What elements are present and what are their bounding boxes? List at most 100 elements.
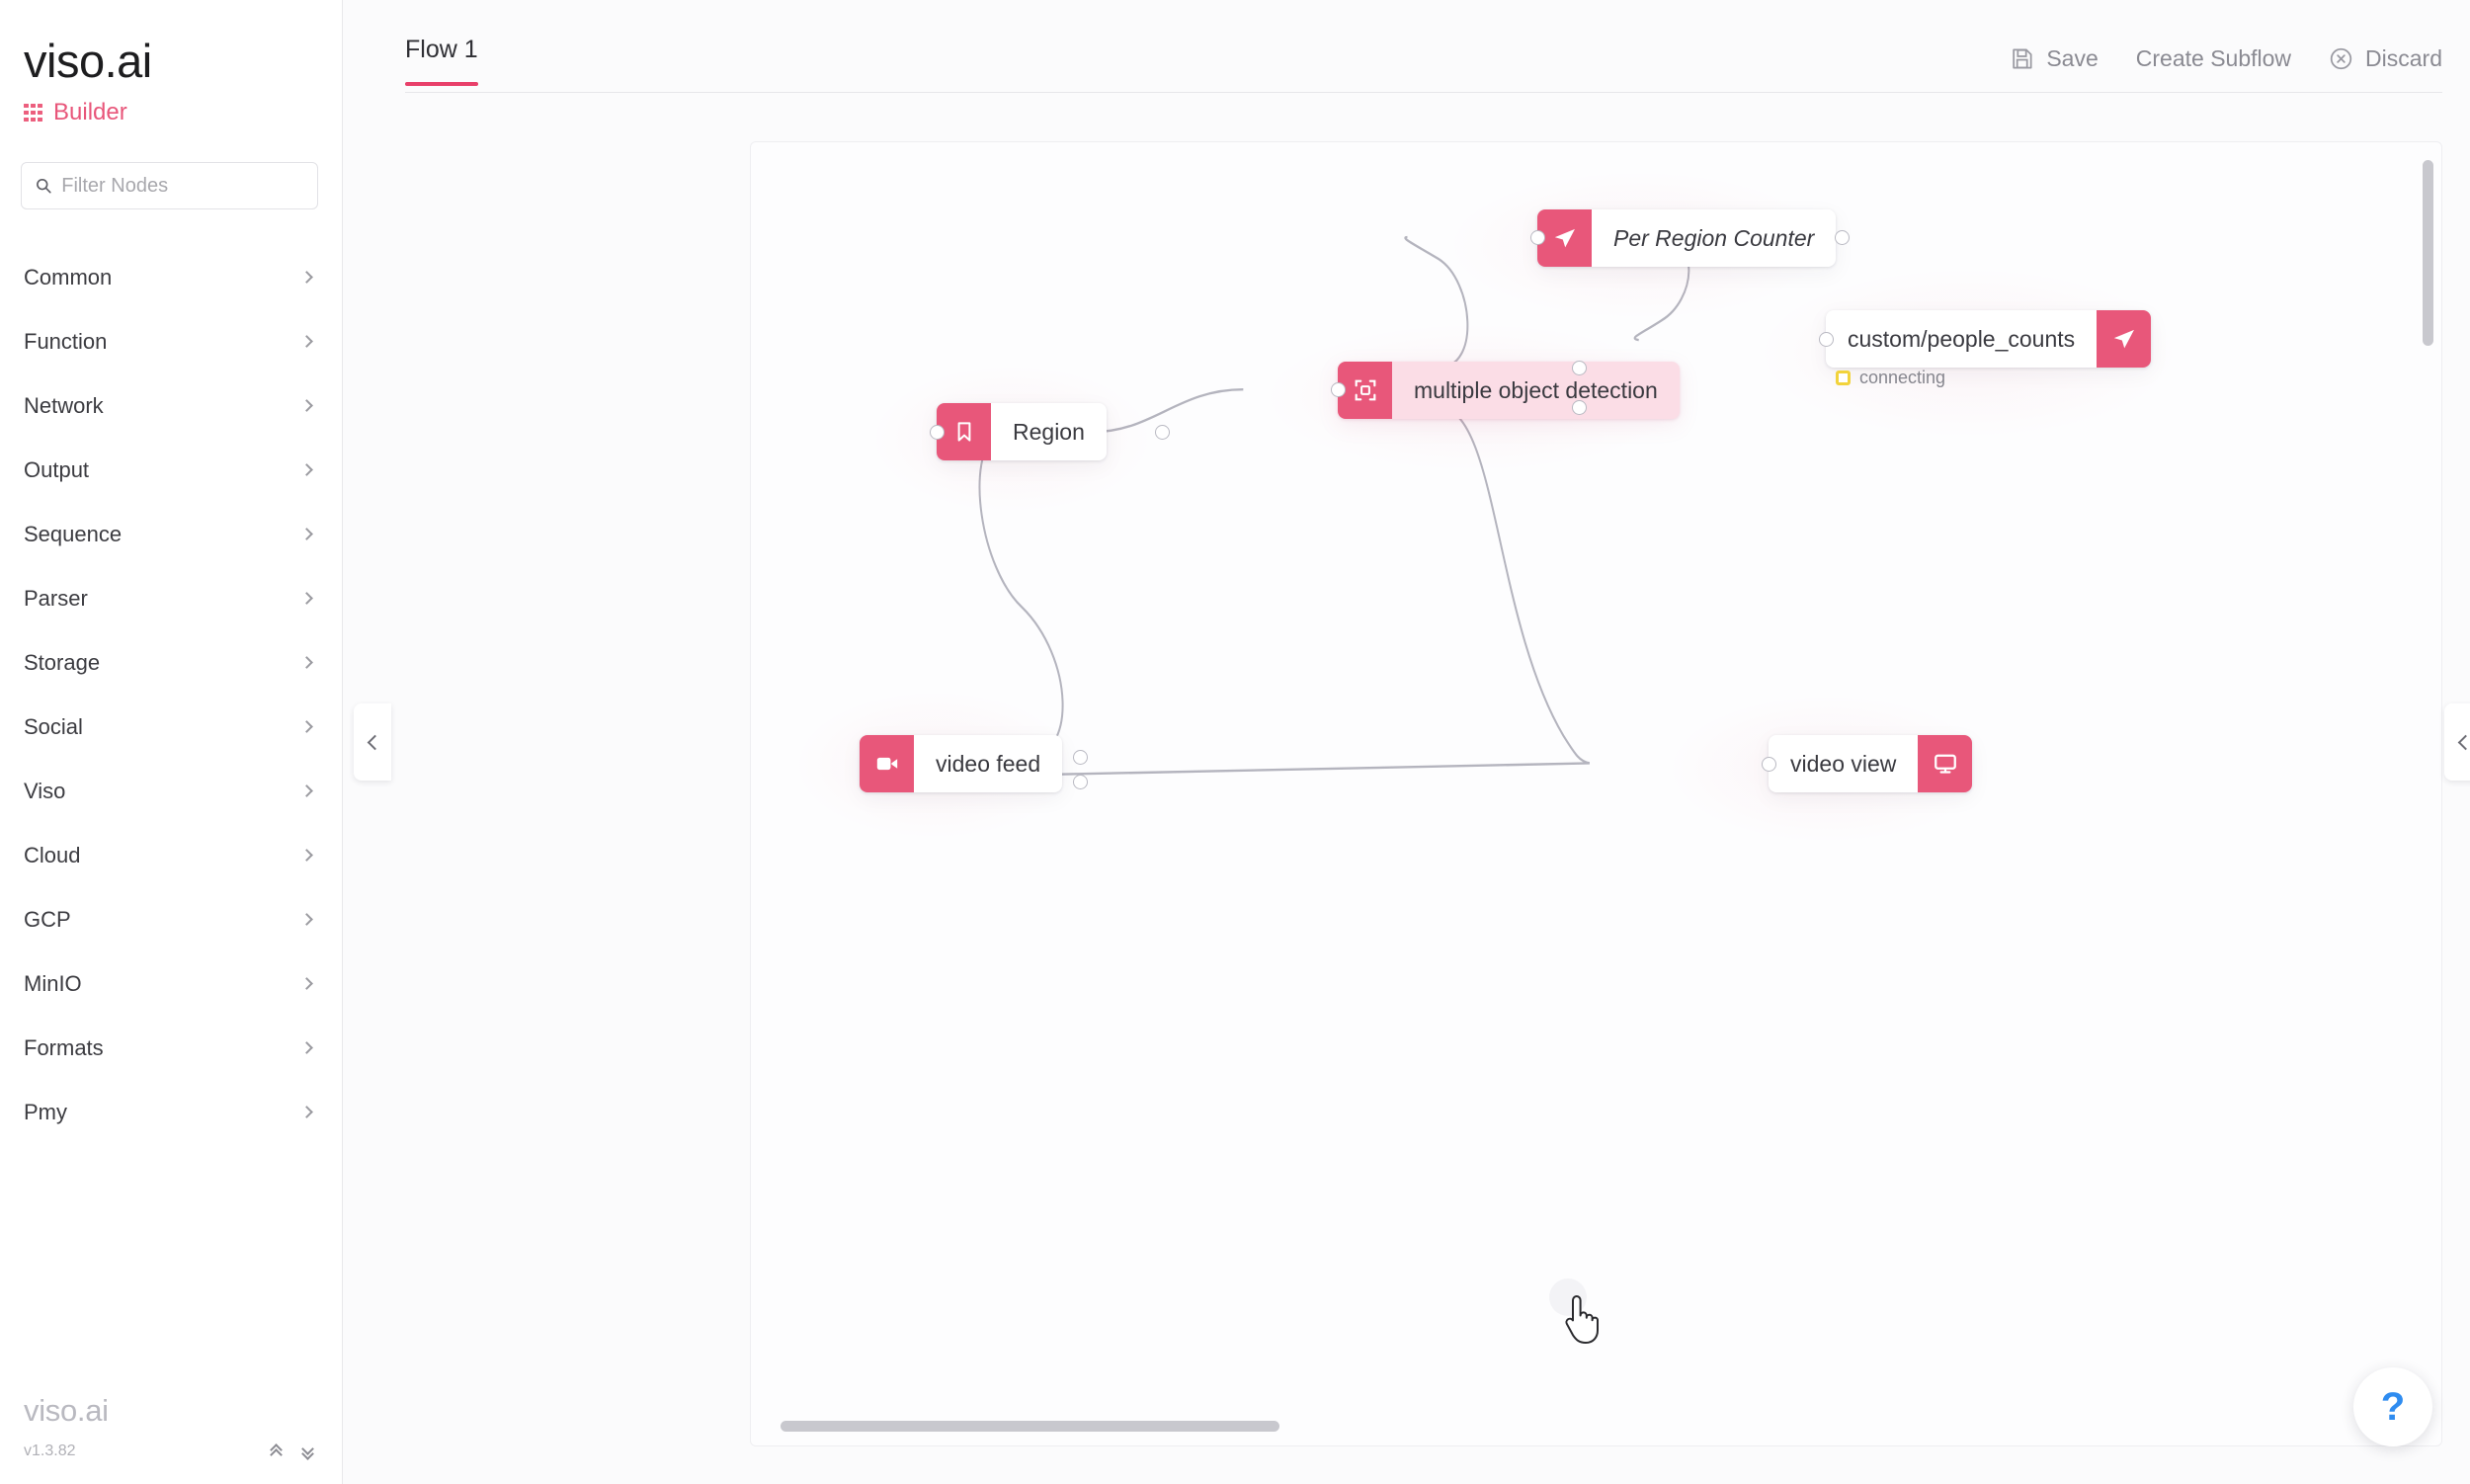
double-chevron-up-icon[interactable] [269, 1443, 287, 1461]
sidebar-item-gcp[interactable]: GCP [0, 887, 342, 951]
sidebar-item-label: Pmy [24, 1099, 67, 1124]
chevron-right-icon [300, 913, 313, 926]
send-icon [1537, 209, 1592, 267]
node-region[interactable]: Region [937, 403, 1107, 460]
sidebar-item-storage[interactable]: Storage [0, 630, 342, 695]
footer-row: v1.3.82 [24, 1443, 318, 1461]
canvas-horizontal-scrollbar[interactable] [781, 1421, 1279, 1432]
sidebar-item-function[interactable]: Function [0, 309, 342, 373]
search-input[interactable] [61, 174, 303, 198]
help-button[interactable]: ? [2353, 1367, 2432, 1446]
status-label: connecting [1859, 368, 1946, 387]
question-mark-icon: ? [2380, 1385, 2406, 1429]
discard-button[interactable]: Discard [2329, 45, 2442, 72]
node-port-out[interactable] [1835, 230, 1850, 245]
toolbar-actions: Save Create Subflow Discard [2010, 0, 2470, 72]
chevron-left-icon [2457, 734, 2470, 750]
collapse-left-panel-handle[interactable] [354, 703, 391, 781]
sidebar-item-formats[interactable]: Formats [0, 1016, 342, 1080]
sidebar-item-label: GCP [24, 906, 71, 932]
sidebar-item-label: Network [24, 392, 104, 418]
double-chevron-down-icon[interactable] [300, 1443, 318, 1460]
version-label: v1.3.82 [24, 1443, 76, 1459]
create-subflow-label: Create Subflow [2135, 45, 2292, 71]
node-port-in[interactable] [1762, 757, 1776, 772]
sidebar-item-label: Common [24, 264, 113, 289]
node-port-out[interactable] [1073, 775, 1088, 789]
search-box[interactable] [21, 162, 318, 209]
save-button[interactable]: Save [2010, 45, 2099, 72]
footer-logo: viso.ai [24, 1393, 109, 1428]
node-per-region-counter[interactable]: Per Region Counter [1537, 209, 1837, 267]
send-icon [2097, 310, 2152, 368]
brand-logo: viso.ai [24, 35, 152, 87]
brand-block: viso.ai Builder [0, 0, 342, 126]
node-port-in[interactable] [1530, 230, 1545, 245]
flow-canvas[interactable]: video feed Region multiple object detect… [750, 141, 2442, 1446]
monitor-icon [1918, 735, 1973, 792]
sidebar-item-parser[interactable]: Parser [0, 566, 342, 630]
sidebar-item-common[interactable]: Common [0, 245, 342, 309]
chevron-right-icon [300, 463, 313, 476]
sidebar-item-pmy[interactable]: Pmy [0, 1080, 342, 1144]
save-label: Save [2046, 45, 2099, 71]
object-detection-icon [1338, 362, 1392, 419]
sidebar-item-label: Cloud [24, 842, 81, 867]
sidebar-item-sequence[interactable]: Sequence [0, 502, 342, 566]
node-video-feed[interactable]: video feed [860, 735, 1063, 792]
chevron-right-icon [300, 977, 313, 990]
node-label: Region [1013, 418, 1085, 445]
node-port-in[interactable] [1819, 332, 1834, 347]
tab-label: Flow 1 [405, 36, 478, 63]
sidebar-footer: viso.ai v1.3.82 [0, 1393, 342, 1484]
chevron-right-icon [300, 784, 313, 797]
sidebar-item-label: Social [24, 713, 83, 739]
sidebar-item-social[interactable]: Social [0, 695, 342, 759]
node-multiple-object-detection[interactable]: multiple object detection [1338, 362, 1680, 419]
chevron-right-icon [300, 592, 313, 605]
node-label: Per Region Counter [1613, 224, 1815, 251]
status-indicator-icon [1836, 371, 1851, 385]
node-label: multiple object detection [1414, 376, 1658, 403]
sidebar-item-label: Storage [24, 649, 101, 675]
chevron-right-icon [300, 849, 313, 862]
search-icon [37, 178, 51, 194]
save-floppy-icon [2013, 48, 2032, 69]
topbar: Flow 1 Save Create Subflow Discard [343, 0, 2470, 99]
canvas-vertical-scrollbar[interactable] [2423, 160, 2433, 346]
chevron-right-icon [300, 1041, 313, 1054]
bookmark-icon [937, 403, 991, 460]
create-subflow-button[interactable]: Create Subflow [2136, 45, 2291, 72]
sidebar-item-viso[interactable]: Viso [0, 759, 342, 823]
chevron-right-icon [300, 399, 313, 412]
node-port-in[interactable] [1331, 382, 1346, 397]
click-ripple [1549, 1278, 1587, 1316]
tabs-divider [405, 92, 2442, 93]
sidebar-item-label: MinIO [24, 970, 82, 996]
flow-tabs: Flow 1 [343, 0, 478, 86]
sidebar-item-minio[interactable]: MinIO [0, 951, 342, 1016]
node-custom-people-counts[interactable]: custom/people_counts [1826, 310, 2152, 368]
node-port-in[interactable] [930, 425, 945, 440]
chevron-right-icon [300, 271, 313, 284]
chevron-left-icon [367, 734, 382, 750]
sidebar-item-label: Sequence [24, 521, 123, 546]
node-port-out[interactable] [1073, 750, 1088, 765]
node-video-view[interactable]: video view [1769, 735, 1973, 792]
sidebar-item-network[interactable]: Network [0, 373, 342, 438]
video-camera-icon [860, 735, 914, 792]
circle-x-icon [2330, 47, 2352, 70]
sidebar-item-output[interactable]: Output [0, 438, 342, 502]
node-port-out[interactable] [1155, 425, 1170, 440]
node-port-out[interactable] [1572, 361, 1587, 375]
node-label: custom/people_counts [1848, 325, 2076, 352]
collapse-right-panel-handle[interactable] [2444, 703, 2470, 781]
chevron-right-icon [300, 335, 313, 348]
status-badge: connecting [1836, 368, 1945, 388]
tab-flow-1[interactable]: Flow 1 [405, 36, 478, 86]
edge-videofeed-videoview [1024, 762, 1590, 777]
sidebar-item-cloud[interactable]: Cloud [0, 823, 342, 887]
app-switcher[interactable]: Builder [24, 99, 342, 126]
grid-icon [24, 103, 42, 123]
node-port-out[interactable] [1572, 400, 1587, 415]
